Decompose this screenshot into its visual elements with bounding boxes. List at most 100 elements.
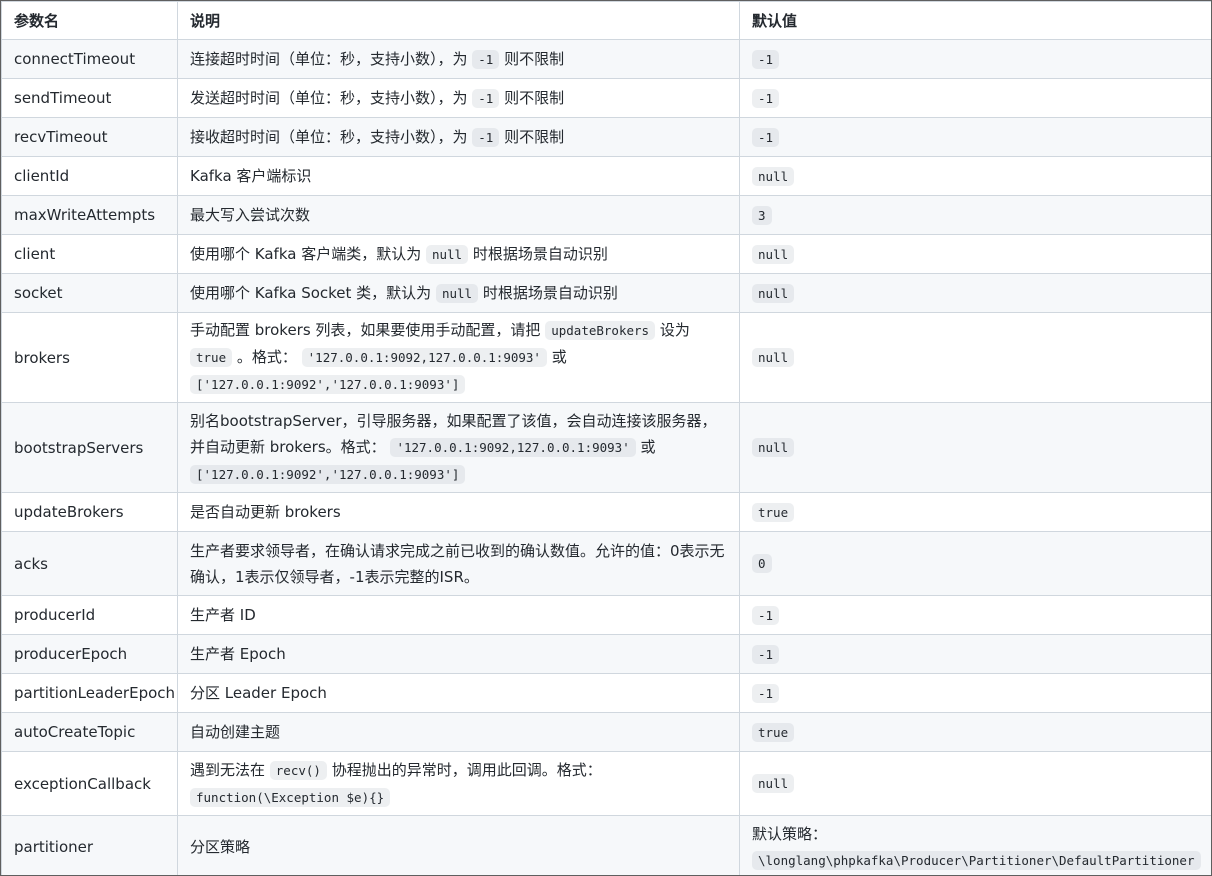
description-text: 则不限制 xyxy=(499,88,565,107)
inline-code: -1 xyxy=(472,127,500,147)
table-row: exceptionCallback 遇到无法在 recv() 协程抛出的异常时，调… xyxy=(1,751,1211,816)
default-value-code: \longlang\phpkafka\Producer\Partitioner\… xyxy=(752,850,1201,870)
default-value-code: -1 xyxy=(752,683,780,703)
default-value-cell: true xyxy=(739,712,1211,752)
default-value-cell: null xyxy=(739,234,1211,274)
param-name-cell: updateBrokers xyxy=(1,492,178,532)
default-value-cell: 0 xyxy=(739,531,1211,596)
description-text: 时根据场景自动识别 xyxy=(468,244,608,263)
inline-code: function(\Exception $e){} xyxy=(190,787,391,807)
description-cell: Kafka 客户端标识 xyxy=(177,156,740,196)
description-text: 生产者要求领导者，在确认请求完成之前已收到的确认数值。允许的值：0表示无确认，1… xyxy=(190,541,725,586)
table-row: updateBrokers 是否自动更新 brokers true xyxy=(1,492,1211,532)
param-name-cell: acks xyxy=(1,531,178,596)
param-name-cell: partitionLeaderEpoch xyxy=(1,673,178,713)
default-value-cell: null xyxy=(739,156,1211,196)
default-value-code: -1 xyxy=(752,644,780,664)
param-name-cell: connectTimeout xyxy=(1,39,178,79)
default-value-code: -1 xyxy=(752,88,780,108)
table-body: connectTimeout 连接超时时间（单位：秒，支持小数），为 -1 则不限… xyxy=(1,39,1211,875)
param-name-cell: maxWriteAttempts xyxy=(1,195,178,235)
description-cell: 生产者 Epoch xyxy=(177,634,740,674)
header-default-value: 默认值 xyxy=(739,1,1211,40)
default-value-code: null xyxy=(752,348,795,367)
param-name-cell: autoCreateTopic xyxy=(1,712,178,752)
description-cell: 是否自动更新 brokers xyxy=(177,492,740,532)
description-cell: 使用哪个 Kafka Socket 类，默认为 null 时根据场景自动识别 xyxy=(177,273,740,313)
table-row: recvTimeout 接收超时时间（单位：秒，支持小数），为 -1 则不限制 -1 xyxy=(1,117,1211,157)
description-text: 或 xyxy=(546,348,567,366)
default-value-cell: null xyxy=(739,751,1211,816)
table-row: client 使用哪个 Kafka 客户端类，默认为 null 时根据场景自动识别… xyxy=(1,234,1211,274)
inline-code: null xyxy=(425,244,469,264)
param-name-cell: recvTimeout xyxy=(1,117,178,157)
header-param-name: 参数名 xyxy=(1,1,178,40)
param-name-cell: partitioner xyxy=(1,815,178,875)
description-cell: 自动创建主题 xyxy=(177,712,740,752)
description-cell: 连接超时时间（单位：秒，支持小数），为 -1 则不限制 xyxy=(177,39,740,79)
table-row: producerId 生产者 ID -1 xyxy=(1,595,1211,635)
description-text: 是否自动更新 brokers xyxy=(190,503,341,521)
default-value-cell: -1 xyxy=(739,673,1211,713)
description-text: 使用哪个 Kafka 客户端类，默认为 xyxy=(190,244,426,263)
default-value-cell: 默认策略： \longlang\phpkafka\Producer\Partiti… xyxy=(739,815,1211,875)
param-name-cell: bootstrapServers xyxy=(1,402,178,493)
description-text: 接收超时时间（单位：秒，支持小数），为 xyxy=(190,127,473,146)
table-row: maxWriteAttempts 最大写入尝试次数 3 xyxy=(1,195,1211,235)
param-name-cell: socket xyxy=(1,273,178,313)
table-row: partitioner 分区策略 默认策略： \longlang\phpkafka\P… xyxy=(1,815,1211,875)
description-cell: 分区策略 xyxy=(177,815,740,875)
param-name-cell: client xyxy=(1,234,178,274)
inline-code: '127.0.0.1:9092,127.0.0.1:9093' xyxy=(301,348,547,367)
config-table: 参数名 说明 默认值 connectTimeout 连接超时时间（单位：秒，支持小… xyxy=(1,1,1211,875)
inline-code: updateBrokers xyxy=(545,321,656,340)
table-row: partitionLeaderEpoch 分区 Leader Epoch -1 xyxy=(1,673,1211,713)
description-text: 。格式： xyxy=(232,348,302,366)
table-row: acks 生产者要求领导者，在确认请求完成之前已收到的确认数值。允许的值：0表示无… xyxy=(1,531,1211,596)
description-text: 发送超时时间（单位：秒，支持小数），为 xyxy=(190,88,473,107)
default-value-cell: null xyxy=(739,312,1211,403)
default-value-code: 0 xyxy=(752,554,772,573)
default-value-code: null xyxy=(752,774,795,793)
default-value-code: true xyxy=(752,502,795,522)
description-cell: 生产者 ID xyxy=(177,595,740,635)
description-text: 连接超时时间（单位：秒，支持小数），为 xyxy=(190,49,473,68)
inline-code: '127.0.0.1:9092,127.0.0.1:9093' xyxy=(390,437,636,457)
description-text: 手动配置 brokers 列表，如果要使用手动配置，请把 xyxy=(190,321,546,339)
param-name-cell: clientId xyxy=(1,156,178,196)
inline-code: null xyxy=(435,283,479,303)
default-value-code: -1 xyxy=(752,49,780,69)
default-value-cell: -1 xyxy=(739,39,1211,79)
description-text: Kafka 客户端标识 xyxy=(190,167,312,185)
default-value-code: null xyxy=(752,244,795,264)
description-text: 生产者 ID xyxy=(190,606,256,624)
description-cell: 遇到无法在 recv() 协程抛出的异常时，调用此回调。格式： function… xyxy=(177,751,740,816)
param-name-cell: exceptionCallback xyxy=(1,751,178,816)
default-value-code: null xyxy=(752,283,795,303)
table-row: bootstrapServers 别名bootstrapServer，引导服务器，… xyxy=(1,402,1211,493)
param-name-cell: sendTimeout xyxy=(1,78,178,118)
table-row: clientId Kafka 客户端标识 null xyxy=(1,156,1211,196)
table-row: brokers 手动配置 brokers 列表，如果要使用手动配置，请把 upda… xyxy=(1,312,1211,403)
inline-code: ['127.0.0.1:9092','127.0.0.1:9093'] xyxy=(190,464,466,484)
description-text: 分区策略 xyxy=(190,838,251,856)
description-text: 协程抛出的异常时，调用此回调。格式： xyxy=(326,760,602,779)
inline-code: ['127.0.0.1:9092','127.0.0.1:9093'] xyxy=(190,375,466,394)
description-cell: 生产者要求领导者，在确认请求完成之前已收到的确认数值。允许的值：0表示无确认，1… xyxy=(177,531,740,596)
description-cell: 发送超时时间（单位：秒，支持小数），为 -1 则不限制 xyxy=(177,78,740,118)
table-row: sendTimeout 发送超时时间（单位：秒，支持小数），为 -1 则不限制 -1 xyxy=(1,78,1211,118)
inline-code: recv() xyxy=(269,760,327,780)
inline-code: -1 xyxy=(472,49,500,69)
description-text: 设为 xyxy=(655,321,690,339)
table-row: connectTimeout 连接超时时间（单位：秒，支持小数），为 -1 则不限… xyxy=(1,39,1211,79)
description-text: 分区 Leader Epoch xyxy=(190,684,327,702)
default-value-cell: -1 xyxy=(739,595,1211,635)
table-row: autoCreateTopic 自动创建主题 true xyxy=(1,712,1211,752)
table-row: socket 使用哪个 Kafka Socket 类，默认为 null 时根据场景… xyxy=(1,273,1211,313)
description-cell: 别名bootstrapServer，引导服务器，如果配置了该值，会自动连接该服务… xyxy=(177,402,740,493)
table-row: producerEpoch 生产者 Epoch -1 xyxy=(1,634,1211,674)
header-description: 说明 xyxy=(177,1,740,40)
default-value-cell: 3 xyxy=(739,195,1211,235)
default-value-cell: true xyxy=(739,492,1211,532)
description-text: 时根据场景自动识别 xyxy=(478,283,618,302)
